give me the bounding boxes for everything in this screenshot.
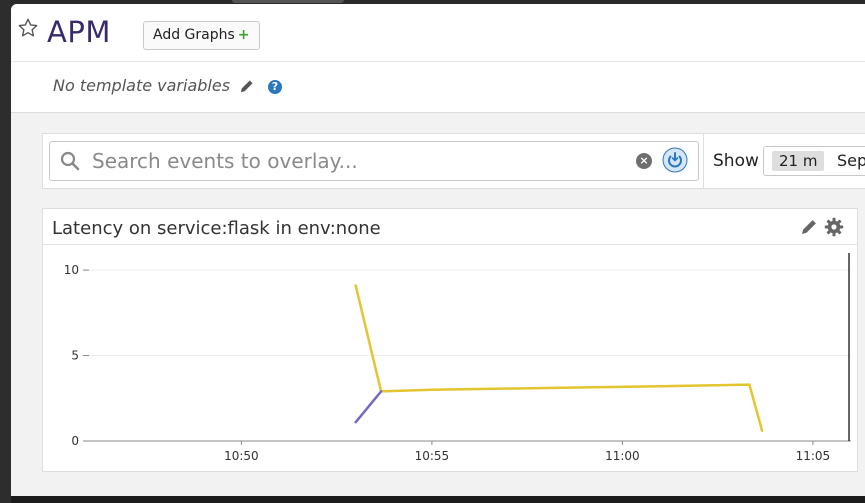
search-events-input[interactable]: [90, 146, 614, 176]
timeframe-selector[interactable]: 21 m Sep: [763, 146, 865, 176]
dashboard-app: APM Add Graphs + No template variables ? …: [11, 4, 865, 496]
plus-icon: +: [237, 27, 250, 43]
widget-settings-gear-icon[interactable]: [824, 217, 844, 237]
timeframe-panel: Show 21 m Sep: [703, 133, 865, 189]
show-label: Show: [713, 151, 759, 171]
graph-widget: Latency on service:flask in env:none 0 5 1…: [42, 208, 858, 472]
series-line-2: [354, 390, 383, 424]
edit-widget-pencil-icon[interactable]: [800, 218, 818, 236]
header-divider: [11, 61, 865, 62]
clear-search-icon[interactable]: ×: [636, 153, 652, 169]
dashboard-header: APM Add Graphs + No template variables ?: [11, 4, 865, 113]
browser-tab-hint: [232, 0, 344, 3]
favorite-star-icon[interactable]: [17, 17, 39, 39]
search-icon: [60, 151, 80, 171]
timeframe-next-text: Sep: [837, 151, 865, 170]
y-tick-label: 0: [71, 434, 79, 448]
x-tick-label: 10:50: [224, 449, 259, 463]
timeframe-selected-pill[interactable]: 21 m: [772, 151, 825, 171]
latency-chart: 0 5 10 10:50 10:55 11:00 11:05: [64, 253, 851, 463]
window-left-edge: [0, 0, 11, 503]
search-box: ×: [49, 141, 699, 181]
add-graphs-label: Add Graphs: [153, 27, 235, 43]
event-overlay-panel: ×: [42, 133, 704, 189]
y-tick-label: 5: [71, 349, 79, 363]
page-title: APM: [47, 15, 111, 49]
template-variables-text: No template variables: [53, 76, 231, 95]
series-line-1: [354, 284, 764, 432]
widget-title: Latency on service:flask in env:none: [52, 218, 381, 239]
y-tick-label: 10: [64, 263, 79, 277]
x-tick-label: 10:55: [415, 449, 450, 463]
overlay-toggle-power-icon[interactable]: [662, 147, 688, 173]
x-tick-label: 11:00: [605, 449, 640, 463]
help-icon[interactable]: ?: [268, 80, 282, 94]
x-tick-label: 11:05: [796, 449, 831, 463]
add-graphs-button[interactable]: Add Graphs +: [143, 21, 260, 50]
edit-template-variables-pencil-icon[interactable]: [239, 79, 254, 94]
